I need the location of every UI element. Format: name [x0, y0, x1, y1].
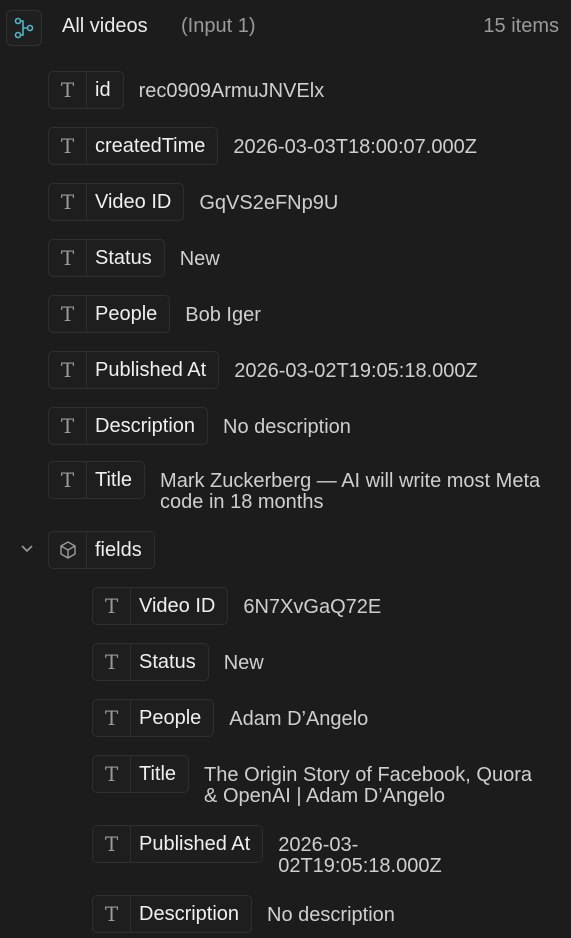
field-value: Mark Zuckerberg — AI will write most Met…: [160, 470, 541, 513]
node-subtitle: (Input 1): [181, 15, 256, 37]
field-row-createdtime[interactable]: T createdTime 2026-03-03T18:00:07.000Z: [48, 127, 477, 165]
field-value: 2026-03-03T18:00:07.000Z: [233, 136, 477, 158]
text-type-icon: T: [48, 239, 86, 277]
nested-field-row-published-at[interactable]: T Published At 2026-03-02T19:05:18.000Z: [92, 825, 563, 877]
nested-field-row-status[interactable]: T Status New: [92, 643, 264, 681]
text-type-icon: T: [92, 699, 130, 737]
field-row-status[interactable]: T Status New: [48, 239, 220, 277]
field-key: People: [86, 295, 171, 333]
field-value: 2026-03-02T19:05:18.000Z: [278, 834, 442, 877]
field-row-title[interactable]: T Title Mark Zuckerberg — AI will write …: [48, 461, 563, 513]
field-key: People: [130, 699, 215, 737]
nested-field-row-video-id[interactable]: T Video ID 6N7XvGaQ72E: [92, 587, 381, 625]
item-count: 15 items: [483, 15, 559, 37]
field-value: New: [223, 652, 264, 674]
field-row-people[interactable]: T People Bob Iger: [48, 295, 261, 333]
node-header: All videos (Input 1) 15 items: [0, 0, 571, 56]
text-type-icon: T: [48, 461, 86, 499]
text-type-icon: T: [92, 643, 130, 681]
field-key: Video ID: [86, 183, 185, 221]
field-row-published-at[interactable]: T Published At 2026-03-02T19:05:18.000Z: [48, 351, 478, 389]
field-key: Status: [86, 239, 165, 277]
nested-field-row-description[interactable]: T Description No description: [92, 895, 395, 933]
field-key: createdTime: [86, 127, 219, 165]
nested-field-row-people[interactable]: T People Adam D’Angelo: [92, 699, 368, 737]
text-type-icon: T: [48, 295, 86, 333]
branch-node-icon[interactable]: [6, 10, 42, 46]
text-type-icon: T: [92, 825, 130, 863]
field-key: Published At: [86, 351, 220, 389]
text-type-icon: T: [48, 127, 86, 165]
field-value: GqVS2eFNp9U: [199, 192, 339, 214]
field-value: New: [179, 248, 220, 270]
field-key: id: [86, 71, 124, 109]
field-value: The Origin Story of Facebook, Quora & Op…: [204, 764, 532, 807]
field-row-video-id[interactable]: T Video ID GqVS2eFNp9U: [48, 183, 338, 221]
text-type-icon: T: [48, 351, 86, 389]
field-value: rec0909ArmuJNVElx: [138, 80, 325, 102]
field-key: Title: [130, 755, 190, 793]
field-key: Description: [130, 895, 253, 933]
field-value: Bob Iger: [185, 304, 261, 326]
field-row-description[interactable]: T Description No description: [48, 407, 351, 445]
nested-field-row-title[interactable]: T Title The Origin Story of Facebook, Qu…: [92, 755, 563, 807]
text-type-icon: T: [92, 755, 130, 793]
field-value: Adam D’Angelo: [229, 708, 369, 730]
field-value: 6N7XvGaQ72E: [243, 596, 382, 618]
field-key: Status: [130, 643, 209, 681]
field-value: No description: [267, 904, 395, 926]
field-key: Published At: [130, 825, 264, 863]
group-key: fields: [86, 531, 155, 569]
group-row-fields[interactable]: fields: [48, 531, 155, 569]
field-key: Description: [86, 407, 209, 445]
field-key: Video ID: [130, 587, 229, 625]
node-title: All videos: [62, 15, 148, 37]
text-type-icon: T: [48, 71, 86, 109]
field-row-id[interactable]: T id rec0909ArmuJNVElx: [48, 71, 324, 109]
text-type-icon: T: [48, 407, 86, 445]
cube-icon: [48, 531, 86, 569]
field-value: No description: [223, 416, 351, 438]
field-value: 2026-03-02T19:05:18.000Z: [234, 360, 478, 382]
field-key: Title: [86, 461, 146, 499]
text-type-icon: T: [92, 895, 130, 933]
chevron-down-icon[interactable]: [16, 537, 38, 559]
text-type-icon: T: [48, 183, 86, 221]
text-type-icon: T: [92, 587, 130, 625]
